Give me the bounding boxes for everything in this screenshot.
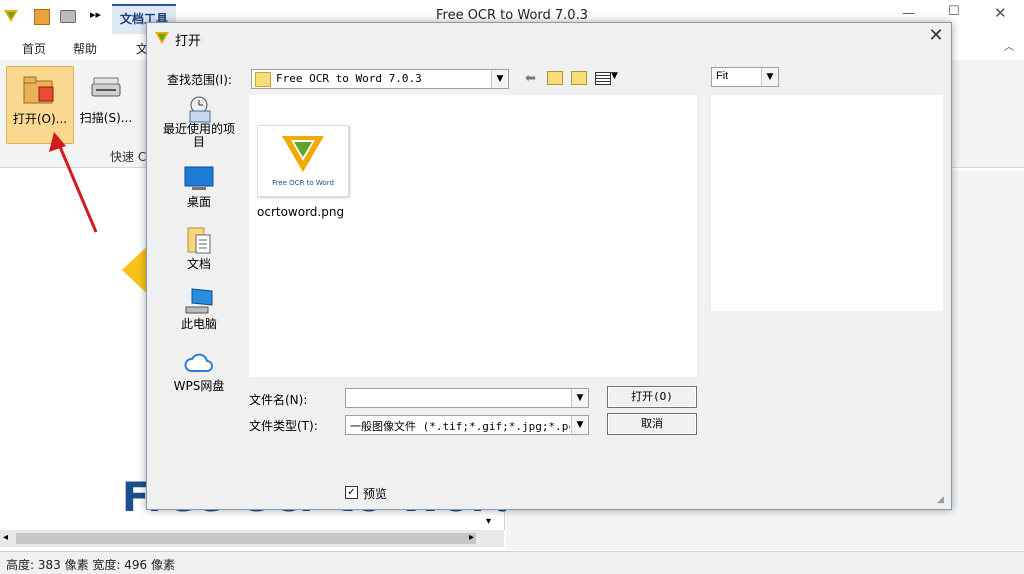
place-documents[interactable]: 文档 <box>161 227 237 272</box>
dialog-logo-icon <box>155 31 169 45</box>
place-desktop[interactable]: 桌面 <box>161 165 237 210</box>
desktop-icon <box>184 165 214 193</box>
filetype-value: 一般图像文件 (*.tif;*.gif;*.jpg;*.pcx <box>350 420 570 433</box>
view-menu-chevron-icon[interactable]: ▼ <box>611 71 618 81</box>
scrollbar-thumb[interactable] <box>16 533 476 544</box>
computer-icon <box>184 287 214 315</box>
new-folder-icon[interactable] <box>571 71 587 85</box>
place-label: 桌面 <box>186 195 211 209</box>
filetype-label: 文件类型(T): <box>249 419 318 433</box>
back-icon[interactable]: ⬅ <box>525 71 536 86</box>
zoom-value: Fit <box>716 70 729 82</box>
thumb-caption: Free OCR to Word <box>272 179 334 187</box>
preview-zoom-combo[interactable]: Fit ▼ <box>711 67 779 87</box>
filetype-select[interactable]: 一般图像文件 (*.tif;*.gif;*.jpg;*.pcx ▼ <box>345 415 589 435</box>
horizontal-scrollbar[interactable]: ◂ ▸ ▾ <box>0 516 504 547</box>
dialog-title: 打开 <box>175 34 202 49</box>
resize-grip-icon[interactable]: ◢ <box>937 495 944 505</box>
file-list[interactable]: Free OCR to Word ocrtoword.png <box>249 95 697 377</box>
place-label: 此电脑 <box>180 317 217 331</box>
status-bar: 高度: 383 像素 宽度: 496 像素 <box>0 551 1024 574</box>
scroll-down-icon[interactable]: ▾ <box>486 516 491 527</box>
scroll-right-icon[interactable]: ▸ <box>469 532 474 543</box>
place-label: 最近使用的项目 <box>162 122 235 149</box>
close-window-button[interactable]: ✕ <box>994 4 1007 22</box>
recent-icon <box>184 95 214 123</box>
maximize-button[interactable]: ☐ <box>948 4 960 19</box>
folder-icon <box>255 72 271 87</box>
annotation-arrow <box>49 132 98 233</box>
preview-checkbox-label: 预览 <box>363 487 388 501</box>
lookin-value: Free OCR to Word 7.0.3 <box>276 72 422 85</box>
lookin-label: 查找范围(I): <box>167 73 232 87</box>
filename-label: 文件名(N): <box>249 393 308 407</box>
cloud-icon <box>184 349 214 377</box>
chevron-down-icon[interactable]: ▼ <box>761 68 778 86</box>
view-menu-icon[interactable] <box>595 72 611 85</box>
status-text: 高度: 383 像素 宽度: 496 像素 <box>6 558 175 572</box>
open-file-dialog: 打开 ✕ 查找范围(I): Free OCR to Word 7.0.3 ▼ ⬅… <box>146 22 952 510</box>
chevron-down-icon[interactable]: ▼ <box>491 70 508 88</box>
collapse-ribbon-icon[interactable]: ︿ <box>1004 38 1014 53</box>
place-label: 文档 <box>186 257 211 271</box>
place-computer[interactable]: 此电脑 <box>161 287 237 332</box>
minimize-button[interactable]: — <box>902 6 915 21</box>
filename-input[interactable]: ▼ <box>345 388 589 408</box>
preview-panel <box>711 95 943 311</box>
up-folder-icon[interactable] <box>547 71 563 85</box>
place-label: WPS网盘 <box>173 379 225 393</box>
cancel-button[interactable]: 取消 <box>607 413 697 435</box>
window-title: Free OCR to Word 7.0.3 <box>435 8 588 23</box>
file-name: ocrtoword.png <box>257 205 345 219</box>
scroll-left-icon[interactable]: ◂ <box>3 532 8 543</box>
preview-checkbox[interactable]: ✓ <box>345 486 358 499</box>
documents-icon <box>184 227 214 255</box>
place-wps-cloud[interactable]: WPS网盘 <box>161 349 237 394</box>
dialog-close-button[interactable]: ✕ <box>925 25 947 47</box>
lookin-combo[interactable]: Free OCR to Word 7.0.3 ▼ <box>251 69 509 89</box>
chevron-down-icon[interactable]: ▼ <box>571 416 588 434</box>
open-file-button[interactable]: 打开(O) <box>607 386 697 408</box>
file-thumbnail: Free OCR to Word <box>257 125 349 197</box>
place-recent[interactable]: 最近使用的项目 <box>161 95 237 149</box>
chevron-down-icon[interactable]: ▼ <box>571 389 588 407</box>
